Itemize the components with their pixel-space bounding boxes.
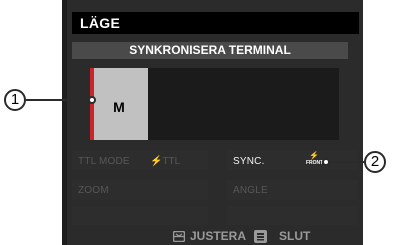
end-label: SLUT: [279, 229, 311, 243]
zoom-label: ZOOM: [78, 185, 109, 196]
callout-2-line: [328, 161, 364, 163]
section-header: SYNKRONISERA TERMINAL: [72, 42, 348, 59]
ttl-mode-label: TTL MODE: [78, 156, 130, 167]
mode-value: M: [113, 99, 125, 115]
callout-1-line: [26, 99, 92, 101]
flash-bolt-icon: ⚡: [309, 151, 319, 160]
title-bar: LÄGE: [72, 12, 359, 34]
mode-selector[interactable]: M: [90, 68, 148, 140]
callout-2: 2: [364, 151, 386, 173]
callout-1: 1: [4, 89, 26, 111]
dpad-icon: [173, 231, 185, 242]
adjust-label: JUSTERA: [190, 229, 247, 243]
screen-left-bar: [62, 0, 67, 245]
empty-cell-left: [72, 206, 208, 225]
callout-1-dot: [88, 96, 96, 104]
footer-bar: JUSTERA SLUT: [62, 228, 363, 245]
sync-front-icon: ⚡ FRONT: [306, 151, 324, 166]
sync-front-text: FRONT: [306, 160, 324, 166]
angle-label: ANGLE: [233, 185, 268, 196]
ttl-mode-value: ⚡TTL: [150, 156, 181, 167]
section-title: SYNKRONISERA TERMINAL: [129, 43, 291, 57]
empty-cell-right: [227, 206, 358, 225]
callout-2-dot: [322, 158, 330, 166]
screen-title: LÄGE: [80, 15, 121, 31]
sync-label: SYNC.: [233, 156, 265, 167]
disp-back-icon[interactable]: [254, 230, 267, 243]
